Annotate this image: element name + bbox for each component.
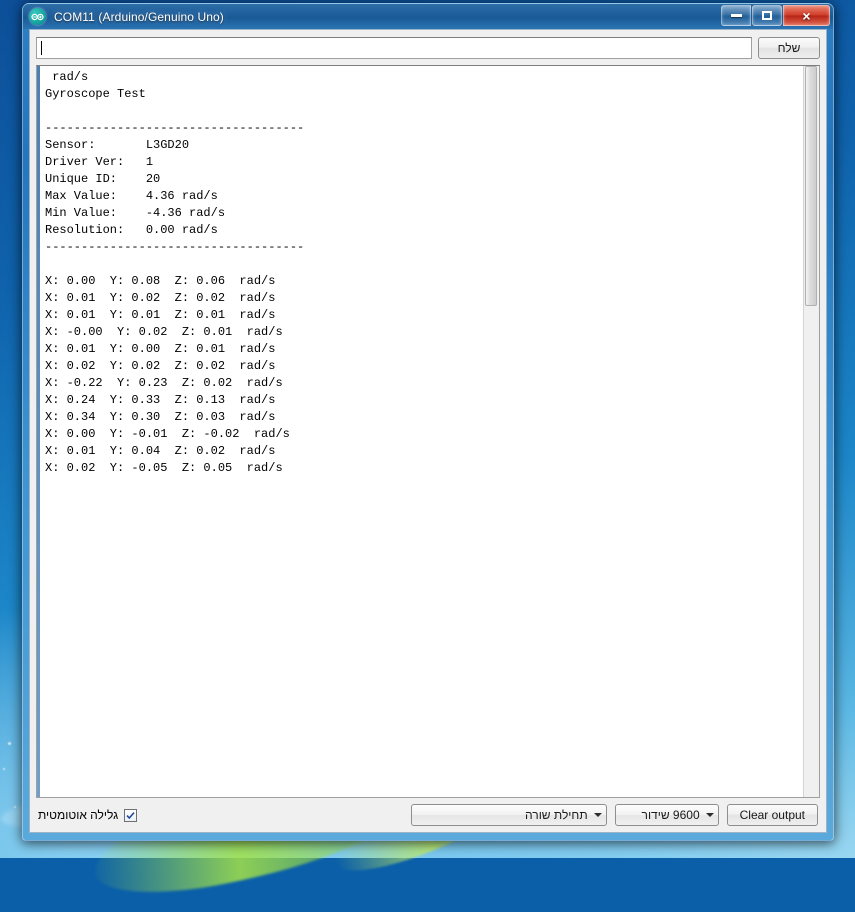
window-client-area: שלח rad/s Gyroscope Test ---------------… xyxy=(29,29,827,833)
serial-monitor-window: COM11 (Arduino/Genuino Uno) × שלח rad/s … xyxy=(22,3,834,841)
clear-output-button[interactable]: Clear output xyxy=(726,804,818,826)
wallpaper-sparkle xyxy=(14,806,16,808)
bottom-toolbar: גלילה אוטומטית תחילת שורה 9600 שידור Cle… xyxy=(30,798,826,832)
wallpaper-sparkle xyxy=(3,768,5,770)
line-ending-value: תחילת שורה xyxy=(525,808,588,822)
autoscroll-label: גלילה אוטומטית xyxy=(38,808,119,822)
output-scrollbar-thumb[interactable] xyxy=(805,66,817,306)
line-ending-select[interactable]: תחילת שורה xyxy=(410,804,607,826)
send-row: שלח xyxy=(30,30,826,65)
close-icon: × xyxy=(802,7,811,24)
window-title-bar[interactable]: COM11 (Arduino/Genuino Uno) × xyxy=(23,4,833,29)
close-button[interactable]: × xyxy=(783,5,830,26)
chevron-down-icon xyxy=(593,813,602,817)
send-input[interactable] xyxy=(36,37,752,59)
serial-output-area[interactable]: rad/s Gyroscope Test -------------------… xyxy=(36,65,820,798)
autoscroll-checkbox[interactable] xyxy=(124,808,138,822)
baud-rate-value: 9600 שידור xyxy=(641,808,700,822)
send-button[interactable]: שלח xyxy=(758,37,820,59)
chevron-down-icon xyxy=(705,813,714,817)
check-icon xyxy=(126,811,135,819)
autoscroll-toggle[interactable]: גלילה אוטומטית xyxy=(38,808,138,822)
window-caption-buttons: × xyxy=(721,5,830,26)
minimize-button[interactable] xyxy=(721,5,751,26)
baud-rate-select[interactable]: 9600 שידור xyxy=(614,804,719,826)
window-title: COM11 (Arduino/Genuino Uno) xyxy=(54,9,224,24)
maximize-icon xyxy=(762,11,772,20)
arduino-infinity-icon xyxy=(29,8,46,25)
serial-output-text: rad/s Gyroscope Test -------------------… xyxy=(45,70,305,475)
wallpaper-sparkle xyxy=(8,742,11,745)
minimize-icon xyxy=(730,14,742,17)
maximize-button[interactable] xyxy=(752,5,782,26)
text-caret xyxy=(41,41,42,55)
output-scrollbar[interactable] xyxy=(803,66,819,797)
